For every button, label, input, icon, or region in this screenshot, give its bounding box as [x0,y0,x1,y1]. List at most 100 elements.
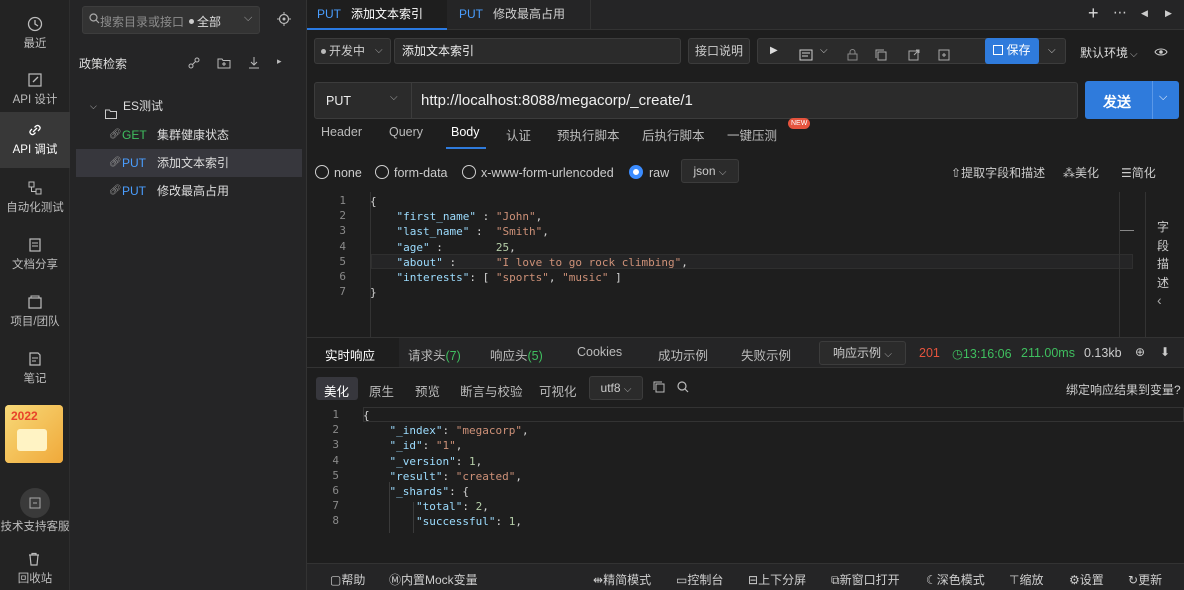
status-dot-icon [321,49,326,55]
copy-icon[interactable] [653,381,665,396]
zoom-button[interactable]: ⊤缩放 [1009,571,1043,588]
format-select[interactable]: json ⌵ [681,159,739,183]
chevron-left-icon[interactable]: ‹ [1157,292,1162,308]
tree-folder[interactable]: ⌵ ES测试 [76,92,302,120]
rail-auto-test[interactable]: 自动化测试 [0,170,70,226]
rail-api-debug[interactable]: API 调试 [0,112,70,168]
code-icon[interactable] [799,45,813,69]
globe-icon[interactable]: ⊕ [1135,345,1145,359]
doc-button[interactable]: 接口说明 [688,38,750,64]
compact-icon: ⇹ [593,573,604,587]
simplify-button[interactable]: ☰简化 [1121,164,1156,181]
tab-query[interactable]: Query [389,125,423,139]
filter-select[interactable]: 全部 [197,13,221,30]
settings-button[interactable]: ⚙设置 [1069,571,1104,588]
response-body-viewer: 1{2 "_index": "megacorp", 3 "_id": "1", 4 … [307,407,1184,533]
method-label: PUT [122,184,146,198]
copy-icon[interactable] [875,45,887,69]
chevron-down-icon[interactable]: ⌵ [1159,91,1167,104]
rail-api-design[interactable]: API 设计 [0,62,70,118]
export-icon[interactable] [938,45,950,69]
tab-response-headers[interactable]: 响应头(5) [490,345,543,364]
tree-item[interactable]: 🔗︎ PUT 添加文本索引 [76,149,302,177]
tree-search[interactable]: 搜索目录或接口 全部 ⌵ [82,6,260,34]
help-button[interactable]: ▢帮助 [330,571,365,588]
rail-recent[interactable]: 最近 [0,6,70,62]
beautify-label: 美化 [1075,166,1100,180]
add-folder-icon[interactable] [217,56,231,73]
tab-post-script[interactable]: 后执行脚本 [642,125,705,144]
tab-request-headers[interactable]: 请求头(7) [408,345,461,364]
tab-live-response[interactable]: 实时响应 [325,345,375,364]
more-arrow-icon[interactable]: ▸ [277,56,282,67]
tab-pre-script[interactable]: 预执行脚本 [557,125,620,144]
bind-variable-link[interactable]: 绑定响应结果到变量? [1066,381,1181,398]
compact-mode-button[interactable]: ⇹精简模式 [593,571,651,588]
tab-auth[interactable]: 认证 [506,125,531,144]
dark-mode-button[interactable]: ☾深色模式 [926,571,985,588]
update-button[interactable]: ↻更新 [1128,571,1162,588]
radio-none[interactable] [315,165,329,179]
view-visualize[interactable]: 可视化 [539,381,577,400]
beautify-button[interactable]: ⁂美化 [1063,164,1099,181]
rail-doc-share[interactable]: 文档分享 [0,227,70,283]
chevron-down-icon[interactable]: ⌵ [820,39,828,63]
tab-add-index[interactable]: PUT 添加文本索引 [307,0,447,30]
url-input[interactable]: http://localhost:8088/megacorp/_create/1 [421,92,693,109]
promo-banner[interactable]: 2022 [5,405,63,463]
console-button[interactable]: ▭控制台 [676,571,723,588]
chevron-down-icon[interactable]: ⌵ [1048,39,1056,63]
tab-fail-example[interactable]: 失败示例 [741,345,791,364]
encoding-select[interactable]: utf8 ⌵ [589,376,643,400]
next-tab-icon[interactable]: ▶ [1165,8,1172,19]
view-assert[interactable]: 断言与校验 [460,381,523,400]
import-icon[interactable] [247,56,261,73]
lock-icon[interactable] [847,45,858,69]
method-label: GET [122,128,147,142]
view-raw[interactable]: 原生 [369,381,394,400]
share-icon[interactable] [908,45,920,69]
rail-support-label[interactable]: 技术支持客服 [0,518,70,534]
tab-header[interactable]: Header [321,125,362,139]
method-select[interactable]: PUT ⌵ [315,83,412,118]
radio-form-data[interactable] [375,165,389,179]
radio-raw[interactable] [629,165,643,179]
response-example-select[interactable]: 响应示例 ⌵ [819,341,906,365]
eye-icon[interactable] [1154,46,1168,60]
field-desc-panel[interactable]: 字 段 描 述 ‹ [1145,192,1184,337]
line-number: 4 [339,239,346,253]
search-input[interactable]: 搜索目录或接口 [100,13,184,30]
mock-vars-button[interactable]: Ⓜ内置Mock变量 [389,571,478,588]
search-icon[interactable] [677,381,689,396]
prev-tab-icon[interactable]: ◀ [1141,8,1148,19]
new-window-button[interactable]: ⧉新窗口打开 [831,571,900,588]
run-icon[interactable]: ▶ [770,39,778,63]
view-beautify[interactable]: 美化 [324,381,349,400]
status-select[interactable]: 开发中 ⌵ [314,38,391,64]
radio-urlencoded[interactable] [462,165,476,179]
env-select[interactable]: 默认环境 ⌵ [1080,44,1138,61]
extract-fields-button[interactable]: ⇧提取字段和描述 [951,164,1045,181]
tree-item[interactable]: 🔗︎ GET 集群健康状态 [76,121,302,149]
tab-body[interactable]: Body [451,125,480,139]
rail-notes[interactable]: 笔记 [0,341,70,397]
more-icon[interactable]: ⋯ [1113,4,1127,21]
view-preview[interactable]: 预览 [415,381,440,400]
tree-item[interactable]: 🔗︎ PUT 修改最高占用 [76,177,302,205]
rail-project-team[interactable]: 项目/团队 [0,284,70,340]
save-button[interactable]: 保存 [985,38,1039,64]
split-view-button[interactable]: ⊟上下分屏 [748,571,806,588]
download-icon[interactable]: ⬇ [1160,345,1170,359]
request-body-editor[interactable]: 1 {2 "first_name" : "John", 3 "last_name" … [314,192,1141,337]
send-button[interactable]: 发送 ⌵ [1085,81,1179,119]
locate-icon[interactable] [277,12,291,29]
tab-success-example[interactable]: 成功示例 [658,345,708,364]
api-name-input[interactable]: 添加文本索引 [394,38,681,64]
tab-modify[interactable]: PUT 修改最高占用 [449,0,591,30]
rail-trash-label[interactable]: 回收站 [0,570,70,586]
link-icon: 🔗︎ [109,185,122,196]
tab-cookies[interactable]: Cookies [577,345,622,359]
tab-stress-test[interactable]: 一键压测 [727,125,777,144]
add-api-icon[interactable] [187,56,201,73]
add-tab-icon[interactable]: + [1088,3,1099,24]
